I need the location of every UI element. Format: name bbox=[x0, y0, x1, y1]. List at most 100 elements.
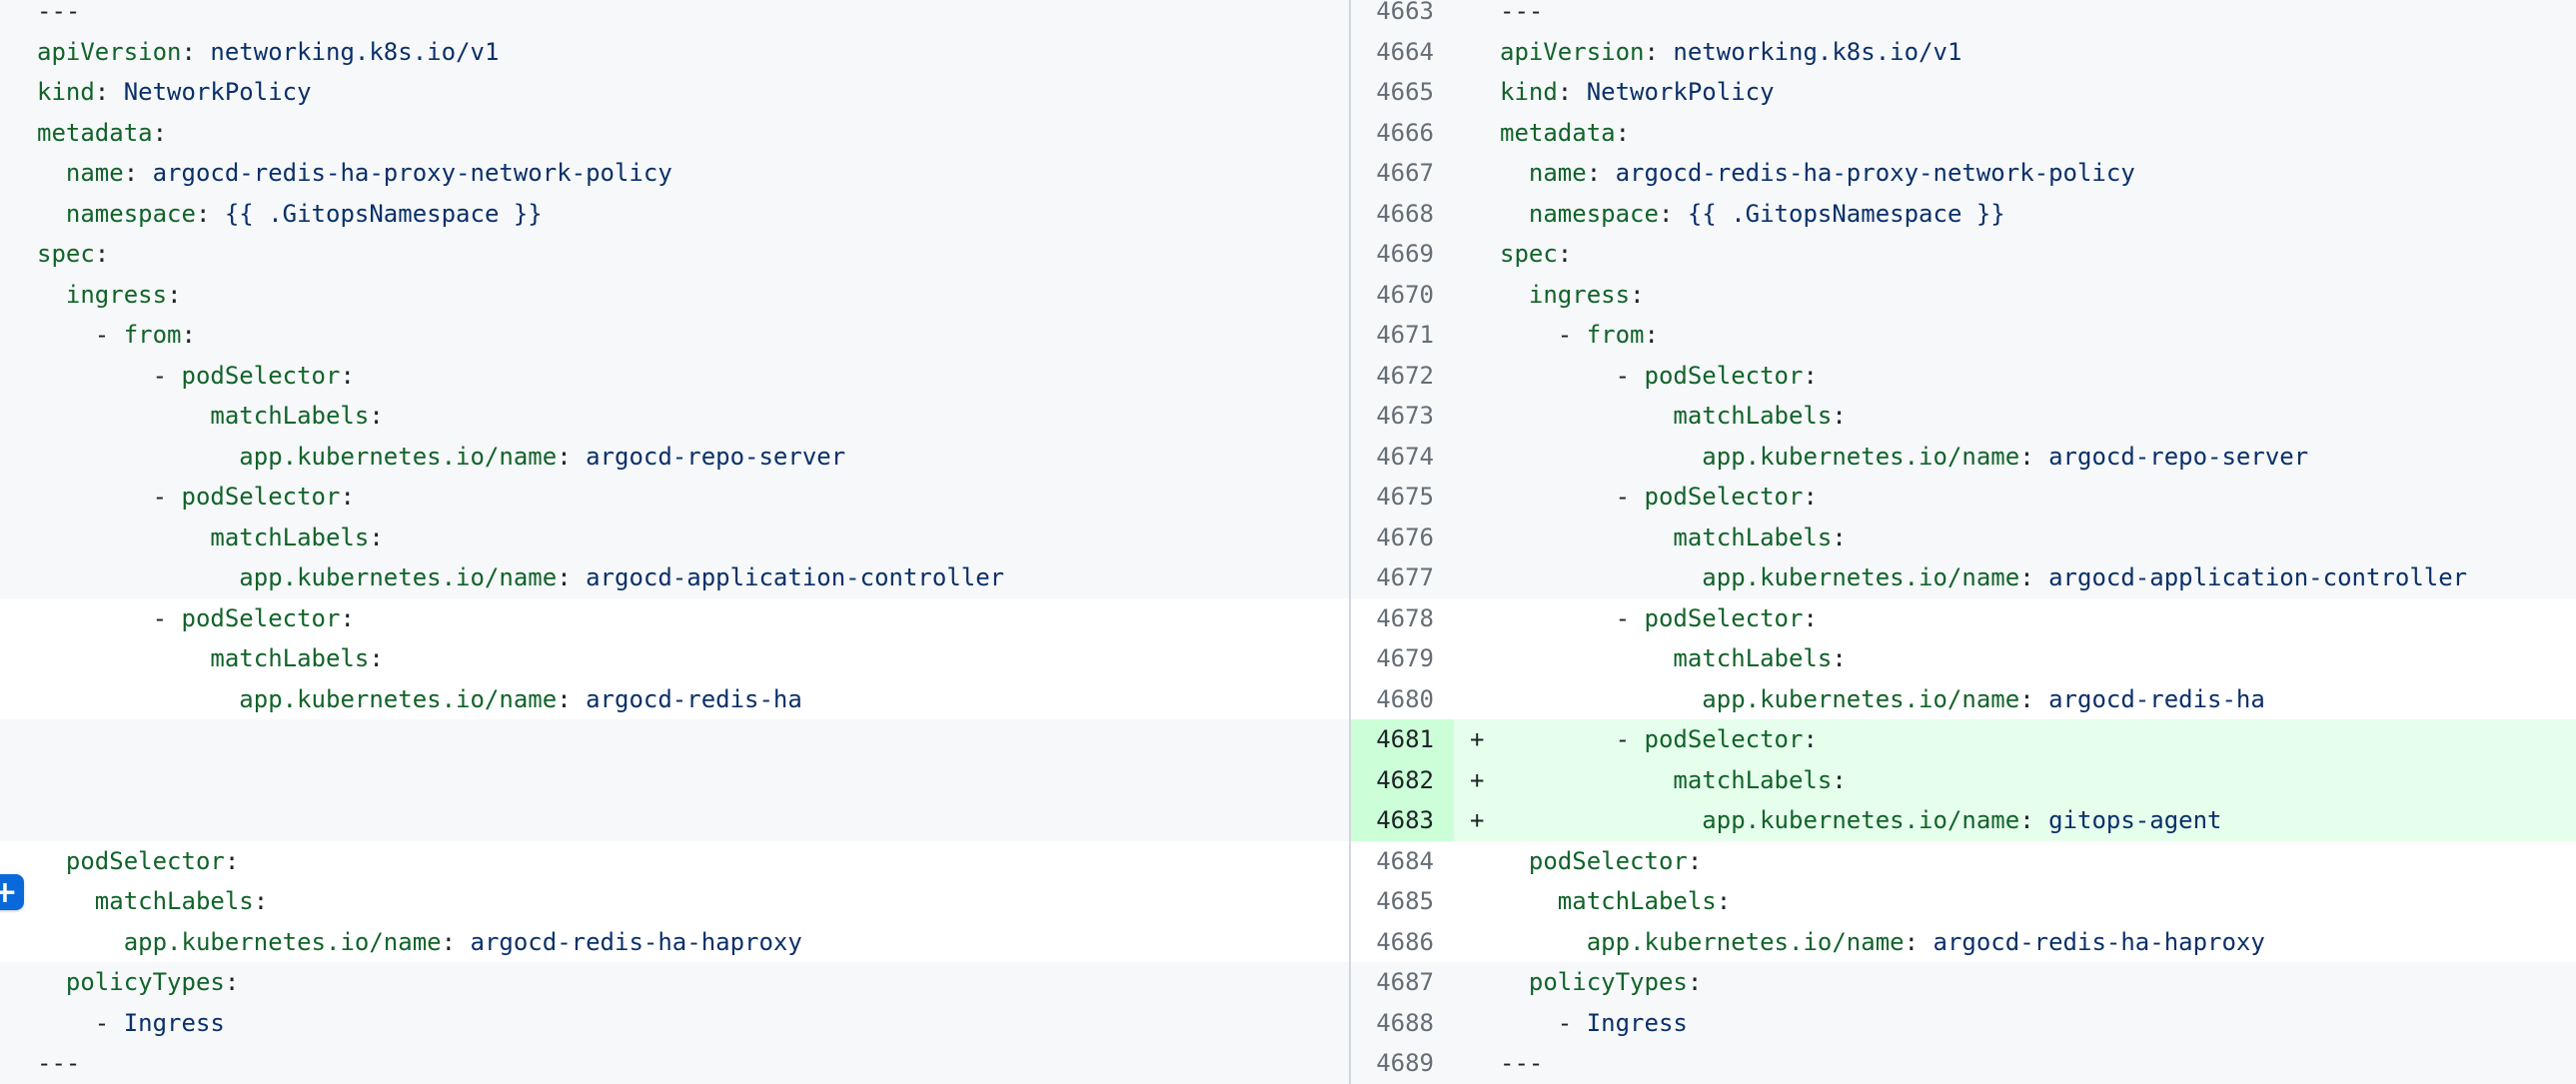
new-line-number[interactable]: 4688 bbox=[1351, 1003, 1454, 1044]
new-line-number[interactable]: 4672 bbox=[1351, 356, 1454, 397]
new-line-number[interactable]: 4682 bbox=[1351, 760, 1454, 801]
new-line-number[interactable]: 4685 bbox=[1351, 881, 1454, 922]
old-code-cell: ingress: bbox=[0, 275, 1349, 316]
code-segment: - bbox=[1500, 323, 1587, 347]
code-segment: : bbox=[1587, 161, 1616, 185]
diff-row: matchLabels:4673 matchLabels: bbox=[0, 396, 2576, 437]
code-segment: : bbox=[1803, 485, 1817, 509]
code-segment: : bbox=[196, 202, 225, 226]
code-segment: Ingress bbox=[124, 1011, 225, 1035]
code-segment: - bbox=[37, 606, 182, 630]
code-segment: app.kubernetes.io/name bbox=[239, 687, 557, 711]
new-line-number[interactable]: 4673 bbox=[1351, 396, 1454, 437]
code-segment bbox=[37, 526, 210, 549]
new-line-number[interactable]: 4687 bbox=[1351, 962, 1454, 1003]
code-segment bbox=[37, 687, 239, 711]
new-line-number[interactable]: 4666 bbox=[1351, 113, 1454, 154]
code-segment: from bbox=[124, 323, 182, 347]
code-segment bbox=[1500, 687, 1702, 711]
diff-row: 4681+ - podSelector: bbox=[0, 719, 2576, 760]
code-segment: kind bbox=[37, 80, 95, 104]
code-segment: : bbox=[1832, 404, 1846, 428]
old-code-cell: matchLabels: bbox=[0, 881, 1349, 922]
new-code-cell: - podSelector: bbox=[1454, 598, 2576, 639]
code-segment: app.kubernetes.io/name bbox=[1587, 930, 1905, 954]
code-segment: matchLabels bbox=[210, 646, 369, 670]
new-line-number[interactable]: 4689 bbox=[1351, 1043, 1454, 1084]
code-segment: app.kubernetes.io/name bbox=[124, 930, 442, 954]
code-segment: matchLabels bbox=[1558, 889, 1717, 913]
new-line-number[interactable]: 4665 bbox=[1351, 72, 1454, 113]
new-line-number[interactable]: 4684 bbox=[1351, 841, 1454, 882]
code-segment: : bbox=[1558, 242, 1572, 266]
code-segment: - bbox=[1500, 485, 1645, 509]
code-segment: podSelector bbox=[182, 485, 341, 509]
diff-row: ingress:4670 ingress: bbox=[0, 275, 2576, 316]
new-line-number[interactable]: 4668 bbox=[1351, 194, 1454, 235]
new-code-cell: apiVersion: networking.k8s.io/v1 bbox=[1454, 32, 2576, 73]
new-line-number[interactable]: 4664 bbox=[1351, 32, 1454, 73]
code-segment bbox=[37, 283, 66, 307]
code-segment bbox=[1500, 404, 1673, 428]
new-line-number[interactable]: 4663 bbox=[1351, 0, 1454, 32]
new-line-number[interactable]: 4679 bbox=[1351, 638, 1454, 679]
old-code-cell: apiVersion: networking.k8s.io/v1 bbox=[0, 32, 1349, 73]
code-segment: app.kubernetes.io/name bbox=[1702, 687, 2019, 711]
new-line-number[interactable]: 4677 bbox=[1351, 557, 1454, 598]
code-segment: : bbox=[1645, 323, 1659, 347]
new-line-number[interactable]: 4670 bbox=[1351, 275, 1454, 316]
code-segment: app.kubernetes.io/name bbox=[239, 565, 557, 589]
old-code-cell: name: argocd-redis-ha-proxy-network-poli… bbox=[0, 153, 1349, 194]
new-line-number[interactable]: 4686 bbox=[1351, 922, 1454, 963]
code-segment: : bbox=[2019, 565, 2048, 589]
code-segment: networking.k8s.io/v1 bbox=[1673, 40, 1961, 64]
add-comment-button[interactable]: + bbox=[0, 874, 24, 910]
code-segment: : bbox=[95, 80, 124, 104]
code-segment: : bbox=[1832, 526, 1846, 549]
code-segment: : bbox=[1645, 40, 1674, 64]
diff-row: app.kubernetes.io/name: argocd-redis-ha-… bbox=[0, 922, 2576, 963]
old-code-cell: - podSelector: bbox=[0, 477, 1349, 518]
new-line-number[interactable]: 4674 bbox=[1351, 437, 1454, 478]
code-segment: argocd-redis-ha-haproxy bbox=[1933, 930, 2265, 954]
old-code-cell: metadata: bbox=[0, 113, 1349, 154]
code-segment: : bbox=[1616, 121, 1630, 145]
diff-row: app.kubernetes.io/name: argocd-redis-ha4… bbox=[0, 679, 2576, 720]
diff-row: - Ingress4688 - Ingress bbox=[0, 1003, 2576, 1044]
code-segment bbox=[1500, 445, 1702, 469]
code-segment bbox=[1500, 161, 1529, 185]
diff-row: metadata:4666metadata: bbox=[0, 113, 2576, 154]
new-line-number[interactable]: 4669 bbox=[1351, 234, 1454, 275]
code-segment: app.kubernetes.io/name bbox=[1702, 565, 2019, 589]
code-segment: namespace bbox=[66, 202, 196, 226]
code-segment: - bbox=[37, 364, 182, 388]
code-segment: {{ .GitopsNamespace }} bbox=[225, 202, 543, 226]
new-code-cell: + app.kubernetes.io/name: gitops-agent bbox=[1454, 800, 2576, 841]
new-line-number[interactable]: 4683 bbox=[1351, 800, 1454, 841]
new-line-number[interactable]: 4680 bbox=[1351, 679, 1454, 720]
code-segment: kind bbox=[1500, 80, 1558, 104]
old-code-cell: kind: NetworkPolicy bbox=[0, 72, 1349, 113]
added-marker: + bbox=[1470, 727, 1484, 751]
new-line-number[interactable]: 4675 bbox=[1351, 477, 1454, 518]
new-line-number[interactable]: 4671 bbox=[1351, 315, 1454, 356]
code-segment: : bbox=[340, 364, 354, 388]
code-segment: argocd-redis-ha-proxy-network-policy bbox=[1616, 161, 2135, 185]
code-segment: : bbox=[1832, 768, 1846, 792]
code-segment bbox=[1500, 526, 1673, 549]
code-segment: : bbox=[2019, 445, 2048, 469]
code-segment: : bbox=[1688, 849, 1702, 873]
old-code-cell: namespace: {{ .GitopsNamespace }} bbox=[0, 194, 1349, 235]
new-code-cell: --- bbox=[1454, 1043, 2576, 1084]
new-line-number[interactable]: 4681 bbox=[1351, 719, 1454, 760]
diff-row: - from:4671 - from: bbox=[0, 315, 2576, 356]
code-segment: : bbox=[1630, 283, 1644, 307]
diff-row: apiVersion: networking.k8s.io/v14664apiV… bbox=[0, 32, 2576, 73]
new-line-number[interactable]: 4678 bbox=[1351, 598, 1454, 639]
new-line-number[interactable]: 4676 bbox=[1351, 518, 1454, 558]
code-segment: matchLabels bbox=[1673, 526, 1832, 549]
new-code-cell: app.kubernetes.io/name: argocd-redis-ha bbox=[1454, 679, 2576, 720]
code-segment: : bbox=[1905, 930, 1933, 954]
new-line-number[interactable]: 4667 bbox=[1351, 153, 1454, 194]
diff-row: policyTypes:4687 policyTypes: bbox=[0, 962, 2576, 1003]
